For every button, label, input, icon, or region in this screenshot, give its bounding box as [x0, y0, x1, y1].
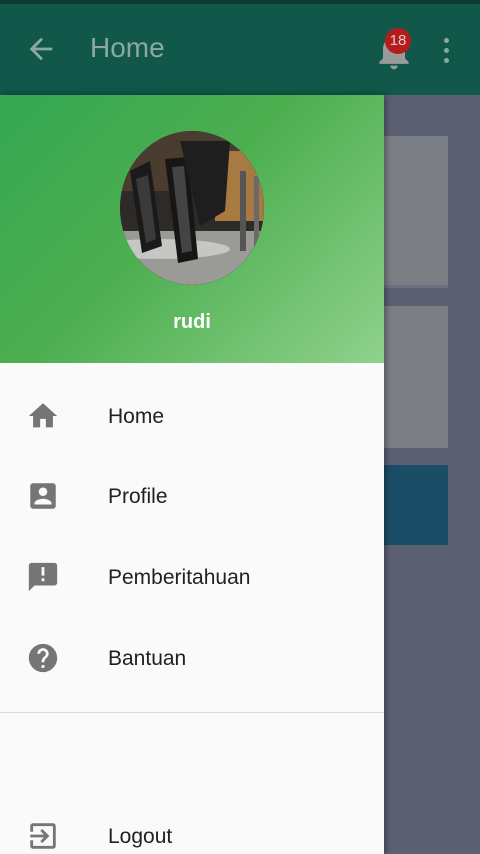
drawer-item-label: Pemberitahuan: [108, 566, 251, 589]
notification-badge: 18: [385, 28, 411, 54]
announcement-icon: [28, 562, 58, 592]
drawer-item-pemberitahuan[interactable]: Pemberitahuan: [0, 538, 384, 618]
home-icon: [28, 403, 58, 428]
profile-icon: [30, 483, 56, 509]
drawer-header: rudi: [0, 95, 384, 363]
logout-icon: [30, 823, 56, 849]
username: rudi: [173, 311, 211, 333]
avatar-photo: [120, 131, 264, 285]
content-card: [384, 465, 448, 545]
drawer-item-label: Home: [108, 405, 165, 428]
help-icon: [28, 643, 58, 673]
app-bar: Home 18: [0, 4, 480, 95]
content-card: [384, 136, 448, 288]
overflow-menu-icon[interactable]: [440, 38, 452, 68]
drawer-divider: [0, 712, 384, 713]
drawer-item-home[interactable]: Home: [0, 377, 384, 457]
drawer-item-logout[interactable]: Logout: [0, 797, 384, 854]
arrow-back-icon[interactable]: [24, 32, 58, 66]
drawer-item-label: Profile: [108, 485, 168, 508]
drawer-item-profile[interactable]: Profile: [0, 457, 384, 537]
navigation-drawer: rudi Home Profile Pemberitahuan Bantuan …: [0, 95, 384, 854]
drawer-item-label: Bantuan: [108, 647, 187, 670]
drawer-item-label: Logout: [108, 825, 173, 848]
page-title: Home: [90, 32, 165, 63]
content-card: [384, 306, 448, 448]
drawer-item-bantuan[interactable]: Bantuan: [0, 619, 384, 699]
avatar[interactable]: [120, 131, 264, 285]
